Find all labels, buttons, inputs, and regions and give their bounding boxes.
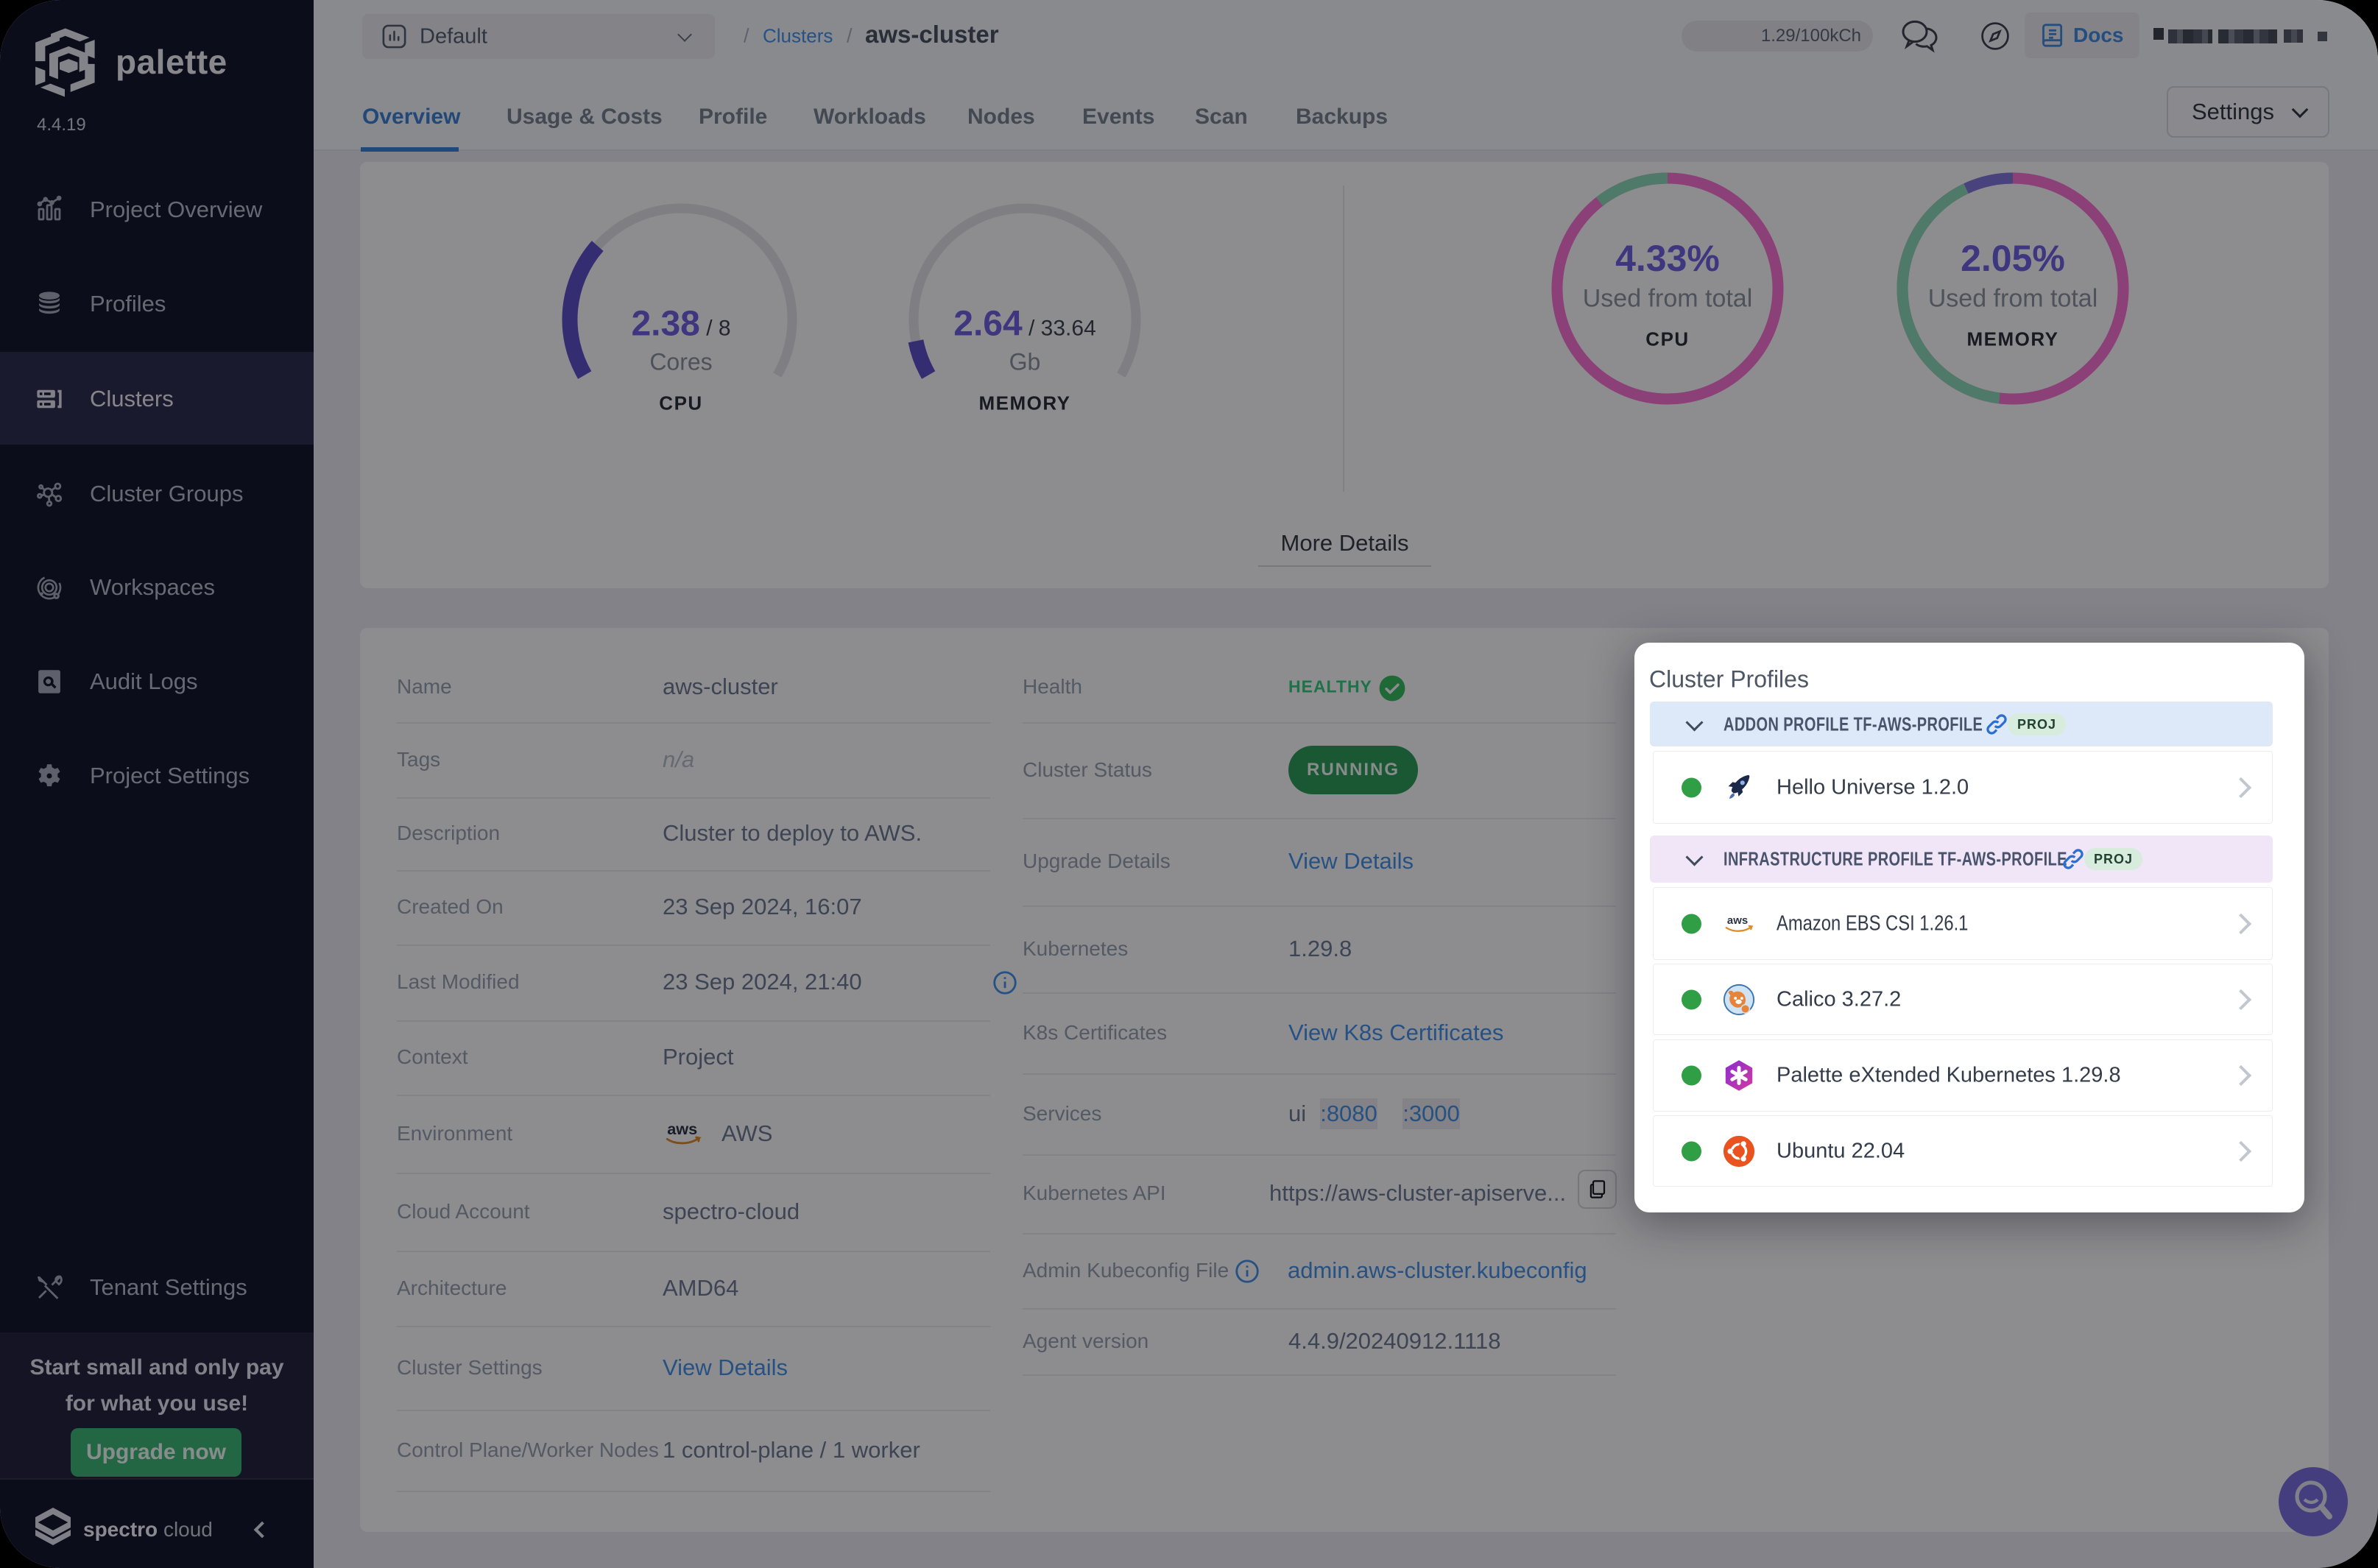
- svg-text:aws: aws: [1727, 914, 1748, 927]
